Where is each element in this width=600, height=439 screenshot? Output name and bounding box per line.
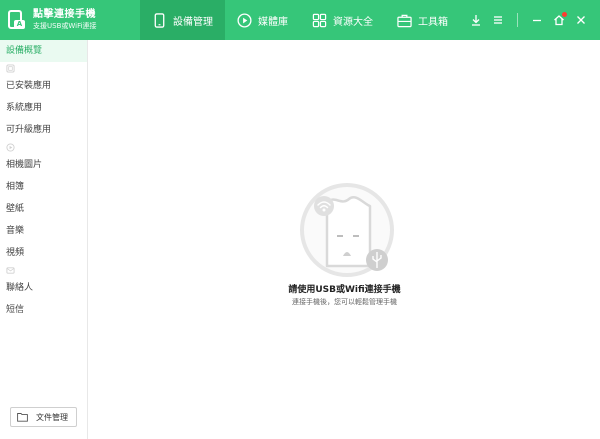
app-title: 點擊連接手機 [33, 9, 96, 20]
play-circle-icon [237, 12, 252, 28]
envelope-icon [6, 267, 15, 274]
phone-icon [154, 12, 165, 28]
folder-icon [17, 413, 28, 422]
tab-label: 工具箱 [418, 16, 448, 28]
menu-icon [494, 16, 502, 24]
toolbox-icon [397, 14, 412, 27]
contacts-section-divider [0, 264, 87, 277]
tab-device-management[interactable]: 設備管理 [140, 0, 225, 40]
apps-icon [6, 64, 15, 73]
top-bar: A 點擊連接手機 支援USB或WiFi連接 設備管理 媒體庫 資源大全 工具箱 [0, 0, 600, 40]
menu-button[interactable] [487, 9, 509, 31]
close-button[interactable] [570, 9, 592, 31]
main-panel: 請使用USB或Wifi連接手機 連接手機後，您可以輕鬆管理手機 [89, 40, 600, 439]
tab-media-library[interactable]: 媒體庫 [225, 0, 300, 40]
logo-badge: A [14, 20, 25, 29]
minimize-button[interactable] [526, 9, 548, 31]
file-manager-label: 文件管理 [36, 412, 68, 422]
minimize-icon [533, 19, 541, 22]
sidebar-item-videos[interactable]: 視頻 [0, 242, 87, 264]
connect-headline: 請使用USB或Wifi連接手機 [288, 285, 401, 295]
sidebar-item-contacts[interactable]: 聯絡人 [0, 277, 87, 299]
download-icon [472, 15, 480, 26]
tab-label: 設備管理 [173, 16, 213, 28]
tab-label: 媒體庫 [258, 16, 288, 28]
window-controls [465, 0, 600, 40]
divider [517, 13, 518, 27]
tab-toolbox[interactable]: 工具箱 [385, 0, 460, 40]
connect-phone-brand[interactable]: A 點擊連接手機 支援USB或WiFi連接 [0, 0, 140, 40]
sidebar-item-upgradable-apps[interactable]: 可升級應用 [0, 119, 87, 141]
app-subtitle: 支援USB或WiFi連接 [33, 22, 97, 30]
sidebar-item-system-apps[interactable]: 系統應用 [0, 97, 87, 119]
main-nav: 設備管理 媒體庫 資源大全 工具箱 [140, 0, 460, 40]
grid-icon [312, 13, 327, 27]
connect-phone-illustration [300, 183, 394, 277]
download-button[interactable] [465, 9, 487, 31]
tab-resources[interactable]: 資源大全 [300, 0, 385, 40]
sidebar: 設備概覽 已安裝應用 系統應用 可升級應用 相機圖片 相簿 壁紙 音樂 視頻 聯… [0, 40, 88, 439]
sidebar-item-music[interactable]: 音樂 [0, 220, 87, 242]
play-circle-icon [6, 143, 15, 152]
sidebar-item-wallpapers[interactable]: 壁紙 [0, 198, 87, 220]
media-section-divider [0, 141, 87, 154]
sidebar-item-camera-photos[interactable]: 相機圖片 [0, 154, 87, 176]
connect-hint: 連接手機後，您可以輕鬆管理手機 [292, 298, 397, 306]
file-manager-button[interactable]: 文件管理 [10, 407, 77, 427]
sidebar-item-albums[interactable]: 相簿 [0, 176, 87, 198]
notification-dot [562, 12, 567, 17]
sidebar-item-device-overview[interactable]: 設備概覽 [0, 40, 87, 62]
close-icon [577, 16, 585, 24]
sidebar-item-installed-apps[interactable]: 已安裝應用 [0, 75, 87, 97]
sidebar-item-messages[interactable]: 短信 [0, 299, 87, 321]
app-logo-icon: A [6, 9, 26, 31]
home-button[interactable] [548, 9, 570, 31]
apps-section-divider [0, 62, 87, 75]
tab-label: 資源大全 [333, 16, 373, 28]
